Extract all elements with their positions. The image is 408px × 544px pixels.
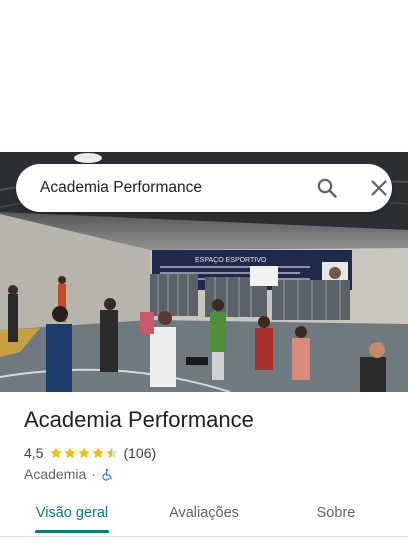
place-title: Academia Performance [24, 407, 254, 432]
place-category: Academia [24, 466, 87, 482]
place-tabs: Visão geral Avaliações Sobre [0, 496, 408, 536]
search-bar[interactable]: Academia Performance [16, 164, 392, 212]
tab-reviews[interactable]: Avaliações [154, 496, 254, 534]
map-blank-area [0, 0, 408, 152]
banner-title: ESPAÇO ESPORTIVO [195, 257, 267, 264]
star-rating [49, 446, 119, 460]
active-tab-indicator [35, 530, 109, 533]
separator-dot: · [91, 466, 96, 482]
half-star-icon [106, 447, 119, 459]
star-icon [92, 447, 105, 459]
tab-about[interactable]: Sobre [296, 496, 376, 534]
category-row: Academia · [24, 465, 114, 483]
tab-overview[interactable]: Visão geral [22, 496, 122, 534]
review-count[interactable]: (106) [123, 445, 156, 461]
star-icon [50, 447, 63, 459]
rating-value: 4,5 [24, 445, 44, 461]
search-input[interactable]: Academia Performance [40, 164, 202, 212]
star-icon [64, 447, 77, 459]
rating-row[interactable]: 4,5 (106) [24, 444, 156, 462]
star-icon [78, 447, 91, 459]
close-icon[interactable] [367, 176, 391, 200]
wheelchair-icon [101, 468, 114, 481]
search-icon[interactable] [315, 176, 339, 200]
tabs-divider [0, 536, 408, 537]
